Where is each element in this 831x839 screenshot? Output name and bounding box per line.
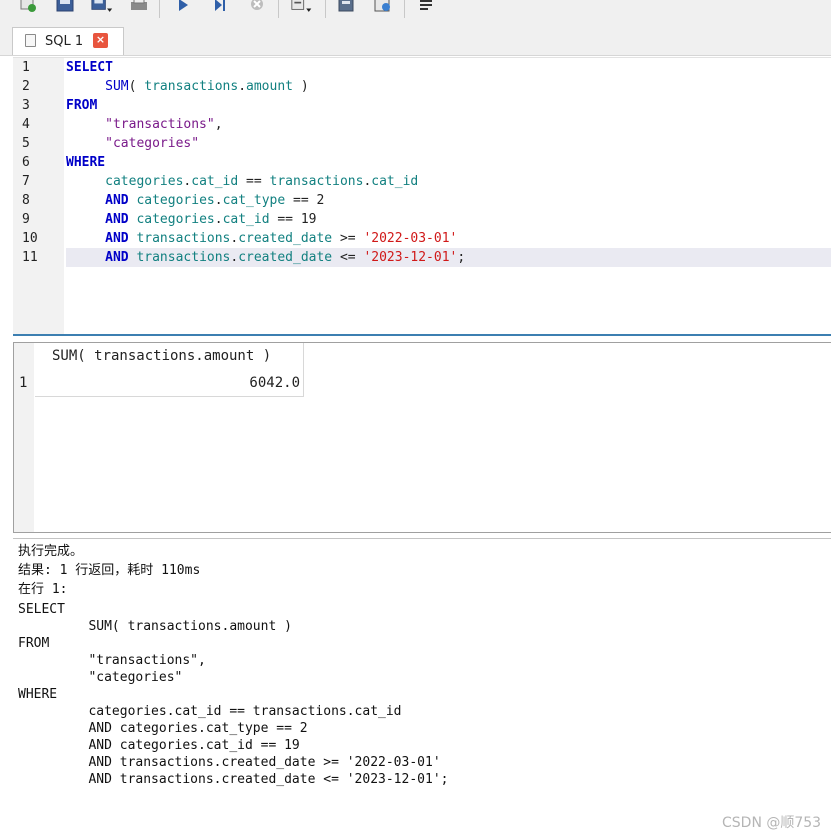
code-token: SELECT <box>66 60 113 75</box>
line-number: 8 <box>22 193 30 208</box>
message-line: AND transactions.created_date <= '2023-1… <box>18 772 449 787</box>
message-line: WHERE <box>18 687 58 702</box>
message-line: categories.cat_id == transactions.cat_id <box>18 704 402 719</box>
tab-label: SQL 1 <box>45 34 84 49</box>
line-number: 3 <box>22 98 30 113</box>
run-selection-icon[interactable] <box>209 0 231 16</box>
column-header[interactable]: SUM( transactions.amount ) <box>35 343 304 372</box>
message-line: AND transactions.created_date >= '2022-0… <box>18 755 441 770</box>
line-number: 1 <box>22 60 30 75</box>
sql-editor[interactable]: 1 2 3 4 5 6 7 8 9 10 11 SELECT SUM( tran… <box>13 57 831 335</box>
message-line: FROM <box>18 636 50 651</box>
tab-sql-1[interactable]: SQL 1 × <box>12 27 124 55</box>
code-line: SUM( transactions.amount ) <box>105 79 309 94</box>
message-line: 在行 1: <box>18 582 68 597</box>
code-line: AND categories.cat_type == 2 <box>105 193 325 208</box>
message-line: 结果: 1 行返回，耗时 110ms <box>18 563 201 578</box>
line-number: 10 <box>22 231 38 246</box>
message-line: 执行完成。 <box>18 544 84 559</box>
document-icon <box>25 34 36 47</box>
line-number: 4 <box>22 117 30 132</box>
code-line: categories.cat_id == transactions.cat_id <box>105 174 419 189</box>
code-line: "categories" <box>66 134 831 153</box>
code-line: FROM <box>66 96 831 115</box>
line-number-gutter: 1 2 3 4 5 6 7 8 9 10 11 <box>13 58 64 335</box>
line-number: 11 <box>22 250 38 265</box>
save-icon[interactable] <box>54 0 76 16</box>
run-icon[interactable] <box>172 0 194 16</box>
line-number: 6 <box>22 155 30 170</box>
print-icon[interactable] <box>128 0 150 16</box>
column-header-label: SUM( transactions.amount ) <box>52 348 272 364</box>
results-grid[interactable]: SUM( transactions.amount ) 1 6042.0 <box>13 342 831 533</box>
line-number: 9 <box>22 212 30 227</box>
save-as-icon[interactable] <box>91 0 113 16</box>
code-token: FROM <box>66 98 98 113</box>
code-token: SUM <box>105 79 129 94</box>
code-line: AND transactions.created_date >= '2022-0… <box>105 231 458 246</box>
code-line: "transactions", <box>105 117 223 132</box>
messages-panel: 执行完成。 结果: 1 行返回，耗时 110ms 在行 1: SELECT SU… <box>13 538 831 839</box>
message-line: "transactions", <box>18 653 206 668</box>
watermark: CSDN @顺753 <box>722 815 822 831</box>
code-token: "transactions" <box>105 117 215 132</box>
stop-icon[interactable] <box>246 0 268 16</box>
line-number: 2 <box>22 79 30 94</box>
code-line: WHERE <box>66 153 831 172</box>
message-line: AND categories.cat_id == 19 <box>18 738 300 753</box>
message-line: SUM( transactions.amount ) <box>18 619 292 634</box>
editor-splitter[interactable] <box>13 334 831 336</box>
message-line: "categories" <box>18 670 183 685</box>
row-header-gutter <box>14 343 34 532</box>
tab-strip: SQL 1 × <box>0 22 831 56</box>
format-icon[interactable] <box>335 0 357 16</box>
code-area[interactable]: SELECT SUM( transactions.amount ) FROM "… <box>66 58 831 335</box>
line-number: 7 <box>22 174 30 189</box>
line-number: 5 <box>22 136 30 151</box>
explain-icon[interactable] <box>372 0 394 16</box>
code-token: "categories" <box>105 136 200 151</box>
export-icon[interactable] <box>291 0 313 16</box>
table-cell[interactable]: 6042.0 <box>35 372 304 397</box>
message-line: AND categories.cat_type == 2 <box>18 721 308 736</box>
new-query-icon[interactable] <box>17 0 39 16</box>
row-number: 1 <box>19 375 28 391</box>
code-line-current: AND transactions.created_date <= '2023-1… <box>66 248 831 267</box>
code-token: WHERE <box>66 155 106 170</box>
close-icon[interactable]: × <box>93 33 108 48</box>
message-line: SELECT <box>18 602 65 617</box>
cell-value: 6042.0 <box>249 375 300 391</box>
toolbar <box>0 0 831 22</box>
code-line: SELECT <box>66 58 831 77</box>
text-icon[interactable] <box>415 0 437 16</box>
code-line: AND categories.cat_id == 19 <box>105 212 317 227</box>
